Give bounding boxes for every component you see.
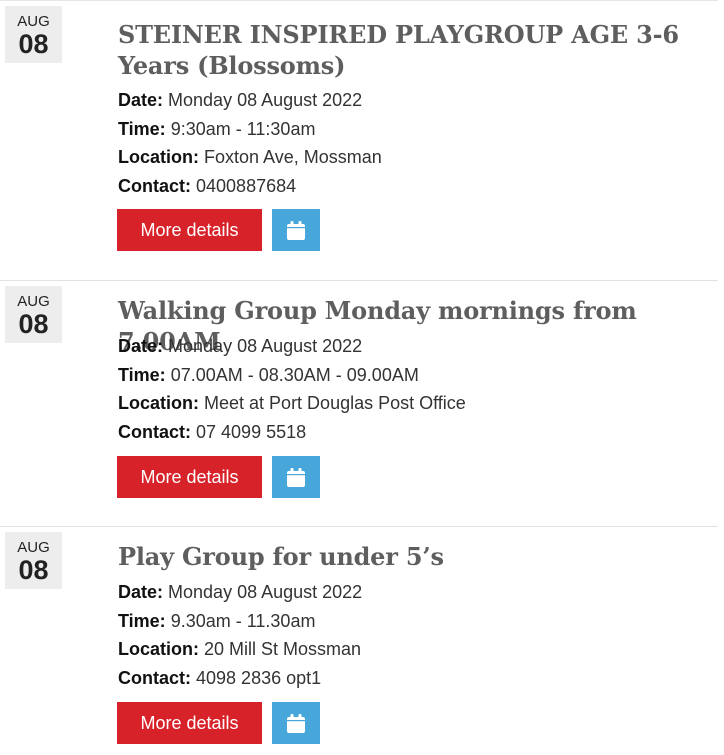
- contact-value: 4098 2836 opt1: [196, 667, 322, 688]
- date-label: Date:: [118, 90, 164, 110]
- contact-label: Contact:: [118, 667, 191, 688]
- contact-label: Contact:: [118, 421, 191, 442]
- time-row: Time: 9.30am - 11.30am: [118, 607, 362, 636]
- add-to-calendar-button[interactable]: [272, 456, 320, 498]
- location-label: Location:: [118, 147, 199, 167]
- location-row: Location: 20 Mill St Mossman: [118, 635, 362, 664]
- event-item: AUG 08 Play Group for under 5’s Date: Mo…: [0, 526, 718, 755]
- time-value: 07.00AM - 08.30AM - 09.00AM: [170, 364, 419, 385]
- date-day: 08: [18, 309, 49, 339]
- time-row: Time: 07.00AM - 08.30AM - 09.00AM: [118, 361, 466, 390]
- contact-label: Contact:: [118, 175, 191, 196]
- location-value: Foxton Ave, Mossman: [204, 147, 382, 167]
- date-row: Date: Monday 08 August 2022: [118, 332, 466, 361]
- contact-value: 07 4099 5518: [196, 421, 307, 442]
- location-value: 20 Mill St Mossman: [204, 639, 362, 659]
- more-details-button[interactable]: More details: [117, 456, 262, 498]
- location-label: Location:: [118, 393, 199, 413]
- event-details: Date: Monday 08 August 2022 Time: 9:30am…: [118, 86, 382, 200]
- event-title[interactable]: Play Group for under 5’s: [118, 541, 718, 572]
- date-row: Date: Monday 08 August 2022: [118, 578, 362, 607]
- date-value: Monday 08 August 2022: [168, 90, 363, 110]
- time-value: 9:30am - 11:30am: [170, 118, 316, 139]
- event-details: Date: Monday 08 August 2022 Time: 07.00A…: [118, 332, 466, 446]
- calendar-icon: [287, 220, 305, 240]
- date-badge: AUG 08: [5, 532, 62, 589]
- date-month: AUG: [17, 293, 50, 310]
- time-label: Time:: [118, 364, 166, 385]
- location-row: Location: Meet at Port Douglas Post Offi…: [118, 389, 466, 418]
- date-label: Date:: [118, 336, 164, 356]
- calendar-icon: [287, 713, 305, 733]
- time-label: Time:: [118, 118, 166, 139]
- time-value: 9.30am - 11.30am: [170, 610, 316, 631]
- date-badge: AUG 08: [5, 286, 62, 343]
- event-item: AUG 08 STEINER INSPIRED PLAYGROUP AGE 3-…: [0, 0, 718, 281]
- date-row: Date: Monday 08 August 2022: [118, 86, 382, 115]
- location-value: Meet at Port Douglas Post Office: [204, 393, 466, 413]
- date-month: AUG: [17, 13, 50, 30]
- event-title[interactable]: STEINER INSPIRED PLAYGROUP AGE 3-6 Years…: [118, 19, 718, 81]
- contact-value: 0400887684: [196, 175, 297, 196]
- more-details-button[interactable]: More details: [117, 702, 262, 744]
- time-label: Time:: [118, 610, 166, 631]
- date-label: Date:: [118, 582, 164, 602]
- date-month: AUG: [17, 539, 50, 556]
- add-to-calendar-button[interactable]: [272, 209, 320, 251]
- time-row: Time: 9:30am - 11:30am: [118, 115, 382, 144]
- date-day: 08: [18, 29, 49, 59]
- location-row: Location: Foxton Ave, Mossman: [118, 143, 382, 172]
- date-value: Monday 08 August 2022: [168, 582, 363, 602]
- event-item: AUG 08 Walking Group Monday mornings fro…: [0, 280, 718, 527]
- contact-row: Contact: 0400887684: [118, 172, 382, 201]
- calendar-icon: [287, 467, 305, 487]
- event-details: Date: Monday 08 August 2022 Time: 9.30am…: [118, 578, 362, 692]
- contact-row: Contact: 4098 2836 opt1: [118, 664, 362, 693]
- date-badge: AUG 08: [5, 6, 62, 63]
- date-value: Monday 08 August 2022: [168, 336, 363, 356]
- contact-row: Contact: 07 4099 5518: [118, 418, 466, 447]
- add-to-calendar-button[interactable]: [272, 702, 320, 744]
- more-details-button[interactable]: More details: [117, 209, 262, 251]
- date-day: 08: [18, 555, 49, 585]
- location-label: Location:: [118, 639, 199, 659]
